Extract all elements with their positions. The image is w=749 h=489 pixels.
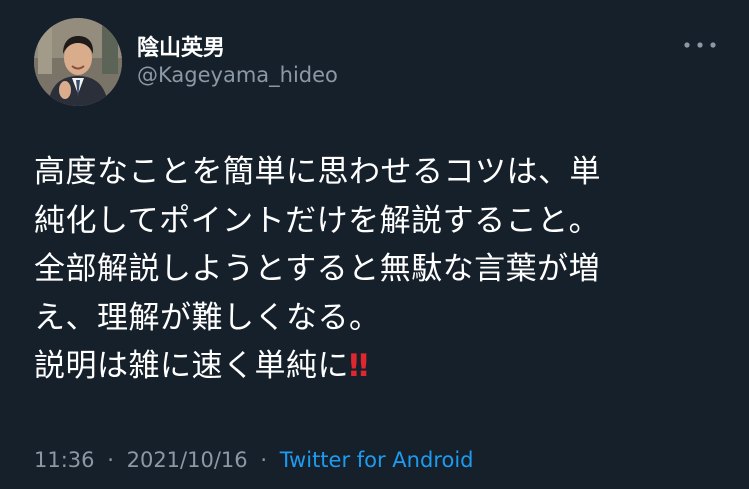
tweet-meta: 11:36 · 2021/10/16 · Twitter for Android [34,448,474,472]
tweet-date[interactable]: 2021/10/16 [127,448,248,472]
avatar-photo [34,18,122,106]
tweet-body: 高度なことを簡単に思わせるコツは、単 純化してポイントだけを解説すること。 全部… [34,154,601,384]
tweet-card: 陰山英男 @Kageyama_hideo 高度なことを簡単に思わせるコツは、単 … [0,0,749,489]
meta-separator: · [107,448,114,472]
author-name[interactable]: 陰山英男 [137,30,225,62]
double-exclamation-icon: ‼ [349,348,369,384]
more-options-icon [684,42,716,48]
tweet-text: 高度なことを簡単に思わせるコツは、単 純化してポイントだけを解説すること。 全部… [34,148,734,391]
more-options-button[interactable] [680,30,720,60]
tweet-time[interactable]: 11:36 [34,448,95,472]
meta-separator: · [260,448,268,472]
author-handle[interactable]: @Kageyama_hideo [137,63,338,87]
avatar[interactable] [34,18,122,106]
tweet-source-link[interactable]: Twitter for Android [280,448,474,472]
